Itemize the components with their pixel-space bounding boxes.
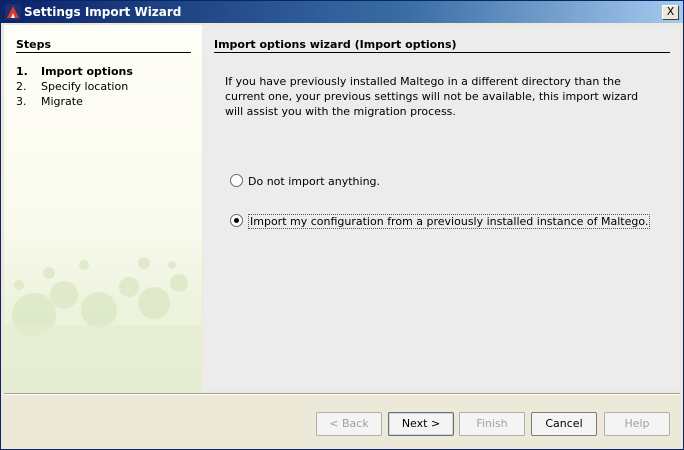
panel-heading: Import options wizard (Import options) (214, 38, 457, 51)
panel-description: If you have previously installed Maltego… (225, 75, 639, 118)
steps-heading: Steps (16, 38, 52, 51)
step-item-specify-location: 2. Specify location (16, 80, 128, 93)
button-bar-separator-highlight (4, 394, 680, 395)
option-do-not-import[interactable]: Do not import anything. (230, 174, 380, 188)
window-title: Settings Import Wizard (24, 5, 182, 19)
finish-button[interactable]: Finish (459, 412, 525, 436)
step-item-import-options: 1. Import options (16, 65, 133, 78)
cancel-button[interactable]: Cancel (531, 412, 597, 436)
close-icon: X (666, 5, 675, 18)
step-item-migrate: 3. Migrate (16, 95, 83, 108)
step-label: Migrate (41, 95, 83, 108)
step-label: Specify location (41, 80, 129, 93)
wizard-window: Settings Import Wizard X Steps 1. Import… (0, 0, 684, 450)
step-number: 3. (16, 95, 27, 108)
steps-pane: Steps 1. Import options 2. Specify locatio… (4, 25, 202, 391)
help-button[interactable]: Help (604, 412, 670, 436)
content-pane: Import options wizard (Import options) I… (203, 25, 680, 391)
radio-button-selected[interactable] (230, 214, 243, 227)
step-number: 2. (16, 80, 27, 93)
next-button[interactable]: Next > (388, 412, 454, 436)
radio-button[interactable] (230, 174, 243, 187)
panel-divider (214, 52, 670, 53)
step-number: 1. (16, 65, 28, 78)
maltego-app-icon (5, 4, 21, 20)
title-bar[interactable]: Settings Import Wizard X (1, 1, 683, 23)
option-label[interactable]: Import my configuration from a previousl… (248, 214, 651, 229)
option-label[interactable]: Do not import anything. (248, 175, 380, 188)
step-label: Import options (41, 65, 133, 78)
back-button[interactable]: < Back (316, 412, 382, 436)
steps-divider (16, 52, 191, 53)
close-button[interactable]: X (662, 5, 679, 20)
option-import-configuration[interactable]: Import my configuration from a previousl… (230, 214, 651, 229)
